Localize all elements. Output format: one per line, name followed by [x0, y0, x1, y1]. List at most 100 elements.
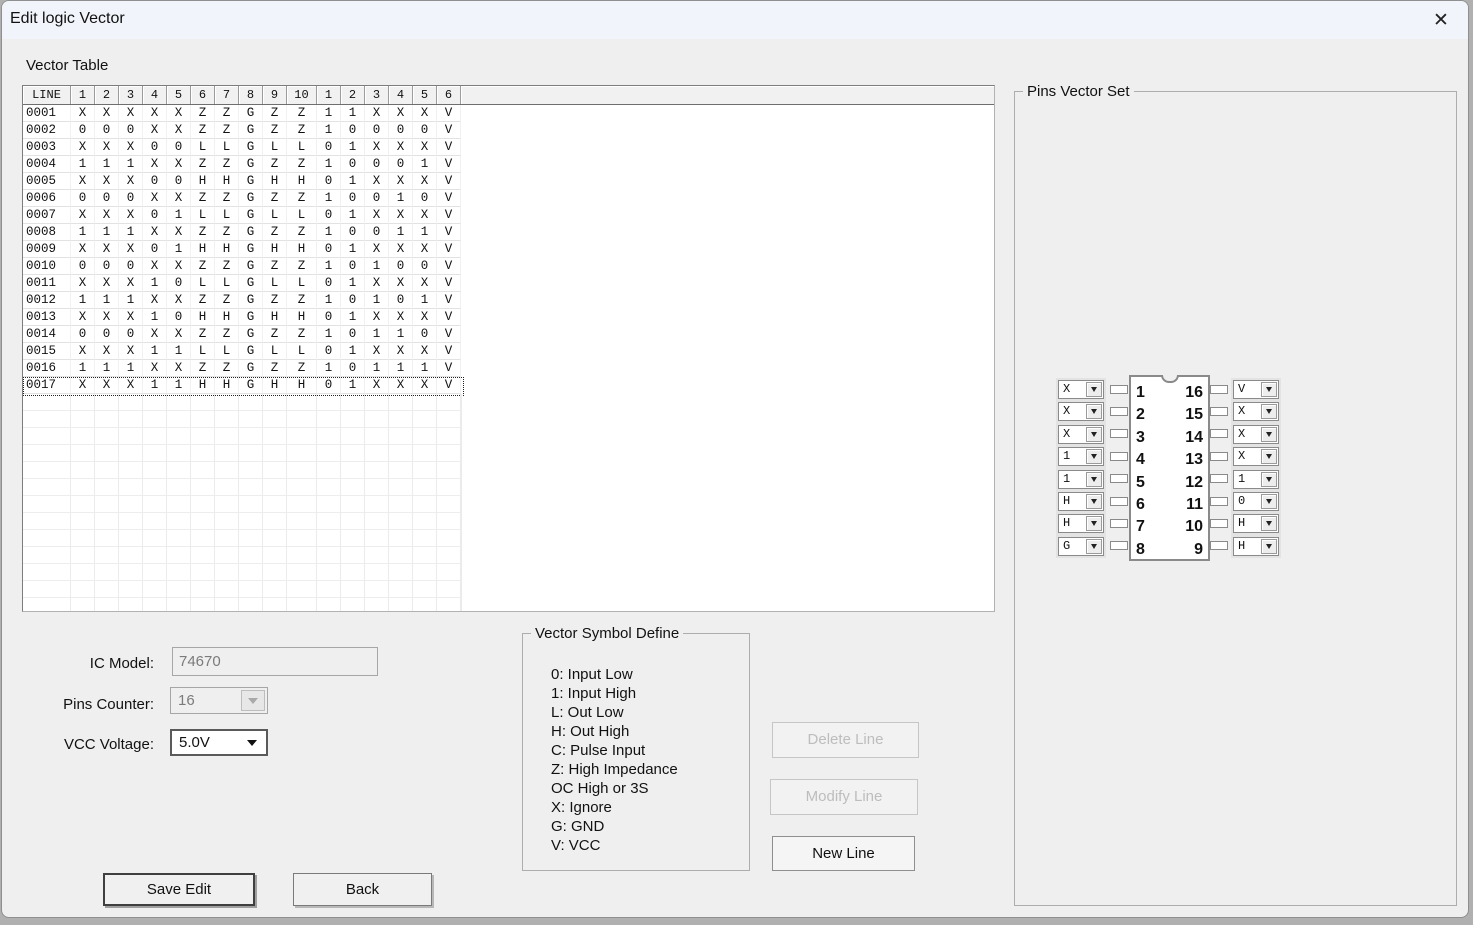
chevron-down-icon[interactable] [1086, 382, 1102, 397]
table-row-empty[interactable] [23, 564, 994, 581]
table-row[interactable]: 0007XXX01LLGLL01XXXV [23, 207, 994, 224]
chevron-down-icon[interactable] [1086, 427, 1102, 442]
table-cell: G [239, 224, 263, 241]
pin-1-select[interactable]: X [1058, 380, 1104, 399]
table-row-empty[interactable] [23, 496, 994, 513]
chevron-down-icon[interactable] [1261, 427, 1277, 442]
chevron-down-icon[interactable] [1086, 494, 1102, 509]
table-cell: L [191, 207, 215, 224]
table-row-empty[interactable] [23, 581, 994, 598]
chevron-down-icon[interactable] [1261, 516, 1277, 531]
pin-13-select[interactable]: X [1233, 447, 1279, 466]
chevron-down-icon[interactable] [1086, 516, 1102, 531]
pin-8-select[interactable]: G [1058, 537, 1104, 556]
table-row[interactable]: 0004111XXZZGZZ10001V [23, 156, 994, 173]
table-cell [119, 479, 143, 496]
table-cell: Z [287, 258, 317, 275]
table-cell: 1 [341, 173, 365, 190]
table-row-empty[interactable] [23, 411, 994, 428]
pin-15-select[interactable]: X [1233, 402, 1279, 421]
table-row[interactable]: 0003XXX00LLGLL01XXXV [23, 139, 994, 156]
pin-14-select[interactable]: X [1233, 425, 1279, 444]
table-cell [143, 479, 167, 496]
table-row[interactable]: 0006000XXZZGZZ10010V [23, 190, 994, 207]
pin-3-select[interactable]: X [1058, 425, 1104, 444]
table-cell: G [239, 309, 263, 326]
table-cell: H [191, 309, 215, 326]
vector-table[interactable]: LINE12345678910123456 0001XXXXXZZGZZ11XX… [22, 85, 995, 612]
table-row[interactable]: 0012111XXZZGZZ10101V [23, 292, 994, 309]
chevron-down-icon[interactable] [1086, 472, 1102, 487]
table-row[interactable]: 0001XXXXXZZGZZ11XXXV [23, 105, 994, 122]
chevron-down-icon[interactable] [1086, 539, 1102, 554]
back-button[interactable]: Back [293, 873, 432, 906]
table-body[interactable]: 0001XXXXXZZGZZ11XXXV0002000XXZZGZZ10000V… [23, 105, 994, 611]
modify-line-button[interactable]: Modify Line [770, 779, 918, 815]
new-line-button[interactable]: New Line [772, 836, 915, 871]
chevron-down-icon[interactable] [1261, 472, 1277, 487]
table-row-empty[interactable] [23, 530, 994, 547]
table-cell [263, 564, 287, 581]
table-row[interactable]: 0008111XXZZGZZ10011V [23, 224, 994, 241]
table-cell [143, 581, 167, 598]
pin-6-select[interactable]: H [1058, 492, 1104, 511]
table-row-empty[interactable] [23, 547, 994, 564]
table-row-empty[interactable] [23, 445, 994, 462]
table-row[interactable]: 0002000XXZZGZZ10000V [23, 122, 994, 139]
chevron-down-icon[interactable] [1261, 404, 1277, 419]
table-cell: X [95, 241, 119, 258]
table-cell: V [437, 105, 461, 122]
table-row[interactable]: 0017XXX11HHGHH01XXXV [23, 377, 994, 394]
pin-5-select[interactable]: 1 [1058, 470, 1104, 489]
table-cell: 0 [341, 122, 365, 139]
table-cell [341, 462, 365, 479]
vcc-voltage-select[interactable]: 5.0V [170, 729, 268, 756]
table-cell [287, 564, 317, 581]
table-row[interactable]: 0016111XXZZGZZ10111V [23, 360, 994, 377]
table-cell: 1 [167, 343, 191, 360]
table-cell: X [389, 173, 413, 190]
chevron-down-icon[interactable] [241, 690, 265, 711]
pin-12-select[interactable]: 1 [1233, 470, 1279, 489]
table-row[interactable]: 0011XXX10LLGLL01XXXV [23, 275, 994, 292]
pin-4-select[interactable]: 1 [1058, 447, 1104, 466]
close-icon[interactable]: ✕ [1428, 8, 1454, 34]
chevron-down-icon[interactable] [1261, 382, 1277, 397]
pins-counter-value: 16 [178, 692, 195, 709]
table-row[interactable]: 0013XXX10HHGHH01XXXV [23, 309, 994, 326]
chevron-down-icon[interactable] [1086, 404, 1102, 419]
pins-counter-select[interactable]: 16 [170, 687, 268, 714]
table-cell: 1 [143, 377, 167, 394]
table-row[interactable]: 0009XXX01HHGHH01XXXV [23, 241, 994, 258]
chevron-down-icon[interactable] [1261, 449, 1277, 464]
table-row[interactable]: 0010000XXZZGZZ10100V [23, 258, 994, 275]
pin-10-select[interactable]: H [1233, 514, 1279, 533]
table-cell: 0 [341, 156, 365, 173]
save-edit-button[interactable]: Save Edit [103, 873, 255, 906]
pin-11-select[interactable]: 0 [1233, 492, 1279, 511]
table-row-empty[interactable] [23, 513, 994, 530]
table-row[interactable]: 0005XXX00HHGHH01XXXV [23, 173, 994, 190]
chevron-down-icon[interactable] [1086, 449, 1102, 464]
table-row[interactable]: 0015XXX11LLGLL01XXXV [23, 343, 994, 360]
table-cell: G [239, 139, 263, 156]
pin-2-select[interactable]: X [1058, 402, 1104, 421]
table-cell [239, 496, 263, 513]
pin-16-select[interactable]: V [1233, 380, 1279, 399]
chevron-down-icon[interactable] [240, 733, 264, 752]
table-cell: X [389, 241, 413, 258]
table-row-empty[interactable] [23, 394, 994, 411]
chevron-down-icon[interactable] [1261, 494, 1277, 509]
table-row-empty[interactable] [23, 428, 994, 445]
table-cell [71, 530, 95, 547]
delete-line-button[interactable]: Delete Line [772, 722, 919, 758]
ic-model-field[interactable] [172, 647, 378, 676]
table-row-empty[interactable] [23, 479, 994, 496]
table-row[interactable]: 0014000XXZZGZZ10110V [23, 326, 994, 343]
table-row-empty[interactable] [23, 598, 994, 612]
chevron-down-icon[interactable] [1261, 539, 1277, 554]
table-cell [71, 513, 95, 530]
pin-7-select[interactable]: H [1058, 514, 1104, 533]
pin-9-select[interactable]: H [1233, 537, 1279, 556]
table-row-empty[interactable] [23, 462, 994, 479]
